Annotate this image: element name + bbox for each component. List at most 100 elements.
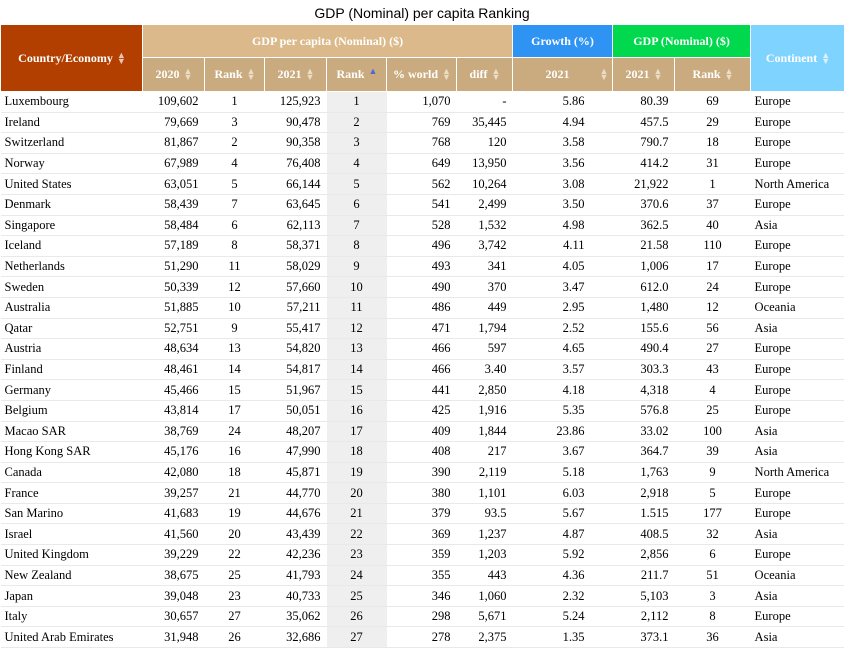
- cell-country: Sweden: [1, 277, 143, 298]
- column-header-country-label: Country/Economy: [18, 51, 113, 65]
- cell-nominal-rank: 18: [675, 133, 751, 154]
- column-header-percent-world[interactable]: % world ▲▼: [387, 58, 457, 92]
- cell-rank-2020: 3: [205, 112, 265, 133]
- column-header-continent[interactable]: Continent▲▼: [751, 25, 844, 92]
- cell-gdp-2021: 66,144: [265, 174, 327, 195]
- column-header-nominal-2021[interactable]: 2021▲▼: [613, 58, 675, 92]
- cell-continent: Oceania: [751, 565, 844, 586]
- cell-percent-world: 278: [387, 627, 457, 648]
- table-row: Germany45,4661551,967154412,8504.184,318…: [1, 380, 844, 401]
- column-header-rank-2020[interactable]: Rank▲▼: [205, 58, 265, 92]
- table-row: United Arab Emirates31,9482632,686272782…: [1, 627, 844, 648]
- cell-percent-world: 379: [387, 503, 457, 524]
- sort-arrows-icon[interactable]: ▲▼: [442, 69, 450, 81]
- table-row: Hong Kong SAR45,1761647,990184082173.673…: [1, 442, 844, 463]
- cell-percent-world: 409: [387, 421, 457, 442]
- sort-arrows-icon[interactable]: ▲▼: [821, 53, 829, 65]
- cell-diff: 3,742: [457, 236, 513, 257]
- cell-percent-world: 1,070: [387, 92, 457, 113]
- column-header-percent-world-label: % world: [393, 67, 438, 82]
- column-header-nominal-rank[interactable]: Rank▲▼: [675, 58, 751, 92]
- column-header-growth-2021[interactable]: 2021 ▲▼: [513, 58, 613, 92]
- cell-nominal-rank: 6: [675, 545, 751, 566]
- sort-arrows-icon[interactable]: ▲▼: [600, 69, 608, 81]
- cell-nominal-rank: 36: [675, 627, 751, 648]
- cell-diff: 13,950: [457, 153, 513, 174]
- cell-percent-world: 380: [387, 483, 457, 504]
- cell-nominal-rank: 1: [675, 174, 751, 195]
- cell-gdp-2021: 41,793: [265, 565, 327, 586]
- cell-rank-2020: 6: [205, 215, 265, 236]
- sort-arrows-icon[interactable]: ▲▼: [247, 69, 255, 81]
- cell-gdp-2021: 62,113: [265, 215, 327, 236]
- column-header-country[interactable]: Country/Economy ▲▼: [1, 25, 143, 92]
- cell-diff: 1,844: [457, 421, 513, 442]
- sort-arrows-icon[interactable]: ▲▼: [184, 69, 192, 81]
- sort-arrows-icon[interactable]: ▲▼: [654, 69, 662, 81]
- group-header-growth: Growth (%): [513, 25, 613, 58]
- cell-diff: 217: [457, 442, 513, 463]
- sort-arrows-icon[interactable]: ▲▼: [306, 69, 314, 81]
- gdp-ranking-table: Country/Economy▲▼ GDP per capita (Nomina…: [0, 24, 844, 648]
- cell-diff: 1,101: [457, 483, 513, 504]
- cell-nominal-2021: 414.2: [613, 153, 675, 174]
- cell-continent: Europe: [751, 277, 844, 298]
- cell-diff: 2,375: [457, 627, 513, 648]
- cell-continent: Europe: [751, 400, 844, 421]
- cell-continent: Europe: [751, 380, 844, 401]
- column-header-2020-label: 2020: [156, 67, 180, 82]
- cell-rank-2020: 11: [205, 256, 265, 277]
- table-row: Macao SAR38,7692448,207174091,84423.8633…: [1, 421, 844, 442]
- cell-rank-2021: 1: [327, 92, 387, 113]
- cell-percent-world: 390: [387, 462, 457, 483]
- column-header-2020[interactable]: 2020 ▲▼: [143, 58, 205, 92]
- sort-ascending-icon[interactable]: ▲: [369, 69, 377, 81]
- cell-nominal-rank: 51: [675, 565, 751, 586]
- cell-percent-world: 769: [387, 112, 457, 133]
- cell-rank-2020: 10: [205, 297, 265, 318]
- column-header-rank-2021[interactable]: Rank▲: [327, 58, 387, 92]
- table-row: Finland48,4611454,817144663.403.57303.34…: [1, 359, 844, 380]
- cell-rank-2020: 26: [205, 627, 265, 648]
- column-header-2021[interactable]: 2021▲▼: [265, 58, 327, 92]
- cell-diff: 1,203: [457, 545, 513, 566]
- cell-growth-2021: 4.98: [513, 215, 613, 236]
- table-row: Denmark58,439763,64565412,4993.50370.637…: [1, 194, 844, 215]
- cell-continent: Europe: [751, 236, 844, 257]
- cell-country: Germany: [1, 380, 143, 401]
- cell-continent: North America: [751, 462, 844, 483]
- cell-percent-world: 490: [387, 277, 457, 298]
- table-row: New Zealand38,6752541,793243554434.36211…: [1, 565, 844, 586]
- cell-growth-2021: 3.58: [513, 133, 613, 154]
- sort-arrows-icon[interactable]: ▲▼: [725, 69, 733, 81]
- cell-nominal-2021: 612.0: [613, 277, 675, 298]
- cell-gdp-2021: 58,371: [265, 236, 327, 257]
- cell-country: United Arab Emirates: [1, 627, 143, 648]
- table-row: Qatar52,751955,417124711,7942.52155.656A…: [1, 318, 844, 339]
- cell-country: Hong Kong SAR: [1, 442, 143, 463]
- cell-rank-2021: 5: [327, 174, 387, 195]
- cell-country: Japan: [1, 586, 143, 607]
- cell-gdp-2020: 38,769: [143, 421, 205, 442]
- cell-percent-world: 649: [387, 153, 457, 174]
- cell-growth-2021: 5.35: [513, 400, 613, 421]
- cell-country: Singapore: [1, 215, 143, 236]
- cell-rank-2021: 6: [327, 194, 387, 215]
- cell-nominal-2021: 2,856: [613, 545, 675, 566]
- cell-country: Israel: [1, 524, 143, 545]
- sort-arrows-icon[interactable]: ▲▼: [117, 53, 125, 65]
- cell-nominal-rank: 43: [675, 359, 751, 380]
- cell-percent-world: 528: [387, 215, 457, 236]
- cell-percent-world: 541: [387, 194, 457, 215]
- cell-country: Norway: [1, 153, 143, 174]
- cell-growth-2021: 4.18: [513, 380, 613, 401]
- sort-arrows-icon[interactable]: ▲▼: [492, 69, 500, 81]
- cell-gdp-2020: 58,439: [143, 194, 205, 215]
- column-header-growth-2021-label: 2021: [546, 67, 570, 82]
- cell-rank-2021: 9: [327, 256, 387, 277]
- column-header-diff[interactable]: diff▲▼: [457, 58, 513, 92]
- cell-gdp-2020: 81,867: [143, 133, 205, 154]
- cell-nominal-2021: 5,103: [613, 586, 675, 607]
- cell-country: Ireland: [1, 112, 143, 133]
- cell-country: Belgium: [1, 400, 143, 421]
